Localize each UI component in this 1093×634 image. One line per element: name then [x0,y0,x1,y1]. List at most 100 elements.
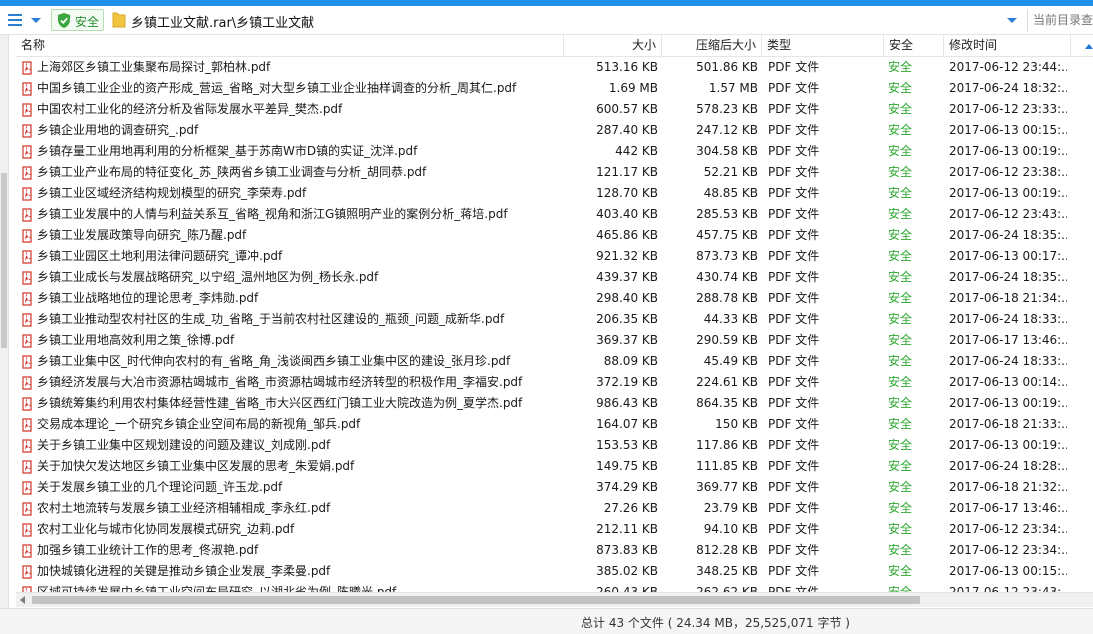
pdf-file-icon [22,313,32,327]
scroll-left-arrow-icon[interactable] [20,596,25,604]
file-modified-time: 2017-06-13 00:19:... [949,438,1067,452]
column-header-modified[interactable]: 修改时间 [944,35,1071,57]
file-compressed-size: 1.57 MB [708,81,758,95]
file-safety-status: 安全 [888,543,913,557]
pdf-file-icon [22,334,32,348]
file-safety-status: 安全 [888,102,913,116]
file-row[interactable]: 关于发展乡镇工业的几个理论问题_许玉龙.pdf 374.29 KB 369.77 K… [16,477,1093,498]
file-safety-status: 安全 [888,396,913,410]
scrollbar-thumb[interactable] [1,173,7,348]
file-row[interactable]: 农村土地流转与发展乡镇工业经济相辅相成_李永红.pdf 27.26 KB 23.79… [16,498,1093,519]
file-row[interactable]: 乡镇工业产业布局的特征变化_苏_陕两省乡镇工业调查与分析_胡同恭.pdf 121.… [16,162,1093,183]
file-size: 212.11 KB [596,522,658,536]
file-name: 乡镇工业推动型农村社区的生成_功_省略_于当前农村社区建设的_瓶颈_问题_成新华… [37,312,505,326]
file-row[interactable]: 加快城镇化进程的关键是推动乡镇企业发展_李柔曼.pdf 385.02 KB 348.… [16,561,1093,582]
search-input[interactable] [1028,9,1093,31]
file-safety-status: 安全 [888,585,913,592]
column-header-type[interactable]: 类型 [762,35,884,57]
pdf-file-icon [22,103,32,117]
file-row[interactable]: 乡镇工业园区土地利用法律问题研究_谭冲.pdf 921.32 KB 873.73 K… [16,246,1093,267]
file-name: 乡镇工业战略地位的理论思考_李炜勋.pdf [37,291,259,305]
file-size: 513.16 KB [596,60,658,74]
file-name: 乡镇工业园区土地利用法律问题研究_谭冲.pdf [37,249,283,263]
file-row[interactable]: 关于加快欠发达地区乡镇工业集中区发展的思考_朱爱娟.pdf 149.75 KB 11… [16,456,1093,477]
pdf-file-icon [22,82,32,96]
sort-ascending-icon[interactable] [1085,44,1093,49]
file-size: 153.53 KB [596,438,658,452]
file-row[interactable]: 乡镇工业区域经济结构规划模型的研究_李荣寿.pdf 128.70 KB 48.85 … [16,183,1093,204]
pdf-file-icon [22,145,32,159]
left-pane-scrollbar[interactable] [0,35,9,634]
file-row[interactable]: 乡镇存量工业用地再利用的分析框架_基于苏南W市D镇的实证_沈洋.pdf 442 K… [16,141,1093,162]
file-row[interactable]: 乡镇工业用地高效利用之策_徐博.pdf 369.37 KB 290.59 KB PDF… [16,330,1093,351]
file-size: 260.43 KB [596,585,658,592]
pdf-file-icon [22,61,32,75]
file-modified-time: 2017-06-13 00:14:... [949,375,1067,389]
file-name: 乡镇工业成长与发展战略研究_以宁绍_温州地区为例_杨长永.pdf [37,270,379,284]
file-compressed-size: 117.86 KB [696,438,758,452]
horizontal-scrollbar[interactable] [16,592,1093,607]
path-history-dropdown[interactable] [1007,18,1017,23]
file-row[interactable]: 乡镇统筹集约利用农村集体经营性建_省略_市大兴区西红门镇工业大院改造为例_夏学杰… [16,393,1093,414]
search-box[interactable] [1027,9,1093,32]
file-row[interactable]: 乡镇经济发展与大冶市资源枯竭城市_省略_市资源枯竭城市经济转型的积极作用_李福安… [16,372,1093,393]
column-header: 名称 大小 压缩后大小 类型 安全 修改时间 [16,35,1093,57]
column-header-size[interactable]: 大小 [564,35,662,57]
file-size: 465.86 KB [596,228,658,242]
pdf-file-icon [22,502,32,516]
file-row[interactable]: 乡镇工业推动型农村社区的生成_功_省略_于当前农村社区建设的_瓶颈_问题_成新华… [16,309,1093,330]
file-compressed-size: 873.73 KB [696,249,758,263]
file-type: PDF 文件 [768,144,820,158]
file-name: 加快城镇化进程的关键是推动乡镇企业发展_李柔曼.pdf [37,564,331,578]
chevron-down-icon[interactable] [31,18,41,23]
file-row[interactable]: 加强乡镇工业统计工作的思考_佟淑艳.pdf 873.83 KB 812.28 KB P… [16,540,1093,561]
file-safety-status: 安全 [888,270,913,284]
file-row[interactable]: 乡镇工业发展政策导向研究_陈乃醒.pdf 465.86 KB 457.75 KB PD… [16,225,1093,246]
file-name: 乡镇企业用地的调查研究_.pdf [37,123,199,137]
file-row[interactable]: 交易成本理论_一个研究乡镇企业空间布局的新视角_邹兵.pdf 164.07 KB 1… [16,414,1093,435]
file-compressed-size: 578.23 KB [696,102,758,116]
file-row[interactable]: 农村工业化与城市化协同发展模式研究_边莉.pdf 212.11 KB 94.10 K… [16,519,1093,540]
file-name: 农村工业化与城市化协同发展模式研究_边莉.pdf [37,522,295,536]
pdf-file-icon [22,481,32,495]
file-safety-status: 安全 [888,375,913,389]
file-name: 乡镇工业区域经济结构规划模型的研究_李荣寿.pdf [37,186,307,200]
file-compressed-size: 864.35 KB [696,396,758,410]
file-row[interactable]: 乡镇工业集中区_时代伸向农村的有_省略_角_浅谈闽西乡镇工业集中区的建设_张月珍… [16,351,1093,372]
file-row[interactable]: 关于乡镇工业集中区规划建设的问题及建议_刘成刚.pdf 153.53 KB 117.… [16,435,1093,456]
file-row[interactable]: 乡镇工业成长与发展战略研究_以宁绍_温州地区为例_杨长永.pdf 439.37 K… [16,267,1093,288]
file-safety-status: 安全 [888,144,913,158]
column-header-compressed-size[interactable]: 压缩后大小 [662,35,762,57]
shield-check-icon [58,13,70,28]
file-name: 乡镇统筹集约利用农村集体经营性建_省略_市大兴区西红门镇工业大院改造为例_夏学杰… [37,396,523,410]
file-type: PDF 文件 [768,459,820,473]
file-safety-status: 安全 [888,522,913,536]
pdf-file-icon [22,397,32,411]
address-toolbar: 安全 乡镇工业文献.rar\乡镇工业文献 [0,6,1093,35]
scrollbar-thumb[interactable] [32,596,920,604]
file-row[interactable]: 上海郊区乡镇工业集聚布局探讨_郭柏林.pdf 513.16 KB 501.86 KB… [16,57,1093,78]
column-header-name[interactable]: 名称 [16,35,564,57]
column-header-safety[interactable]: 安全 [884,35,944,57]
pdf-file-icon [22,439,32,453]
file-name: 乡镇工业发展政策导向研究_陈乃醒.pdf [37,228,247,242]
file-type: PDF 文件 [768,270,820,284]
safety-status-badge[interactable]: 安全 [51,9,104,31]
file-row[interactable]: 乡镇企业用地的调查研究_.pdf 287.40 KB 247.12 KB PDF 文件… [16,120,1093,141]
file-modified-time: 2017-06-24 18:35:... [949,228,1067,242]
file-name: 乡镇经济发展与大冶市资源枯竭城市_省略_市资源枯竭城市经济转型的积极作用_李福安… [37,375,523,389]
file-row[interactable]: 乡镇工业战略地位的理论思考_李炜勋.pdf 298.40 KB 288.78 KB P… [16,288,1093,309]
file-row[interactable]: 中国乡镇工业企业的资产形成_营运_省略_对大型乡镇工业企业抽样调查的分析_周其仁… [16,78,1093,99]
pdf-file-icon [22,124,32,138]
file-row[interactable]: 区域可持续发展中乡镇工业空间布局研究_以湖北省为例_陈曦光.pdf 260.43 … [16,582,1093,592]
archive-path[interactable]: 乡镇工业文献.rar\乡镇工业文献 [131,12,314,31]
file-name: 关于乡镇工业集中区规划建设的问题及建议_刘成刚.pdf [37,438,331,452]
file-size: 206.35 KB [596,312,658,326]
file-modified-time: 2017-06-13 00:15:... [949,564,1067,578]
file-size: 164.07 KB [596,417,658,431]
file-row[interactable]: 乡镇工业发展中的人情与利益关系互_省略_视角和浙江G镇照明产业的案例分析_蒋培.… [16,204,1093,225]
file-size: 873.83 KB [596,543,658,557]
file-row[interactable]: 中国农村工业化的经济分析及省际发展水平差异_樊杰.pdf 600.57 KB 578… [16,99,1093,120]
file-safety-status: 安全 [888,417,913,431]
view-mode-button[interactable] [5,11,25,29]
